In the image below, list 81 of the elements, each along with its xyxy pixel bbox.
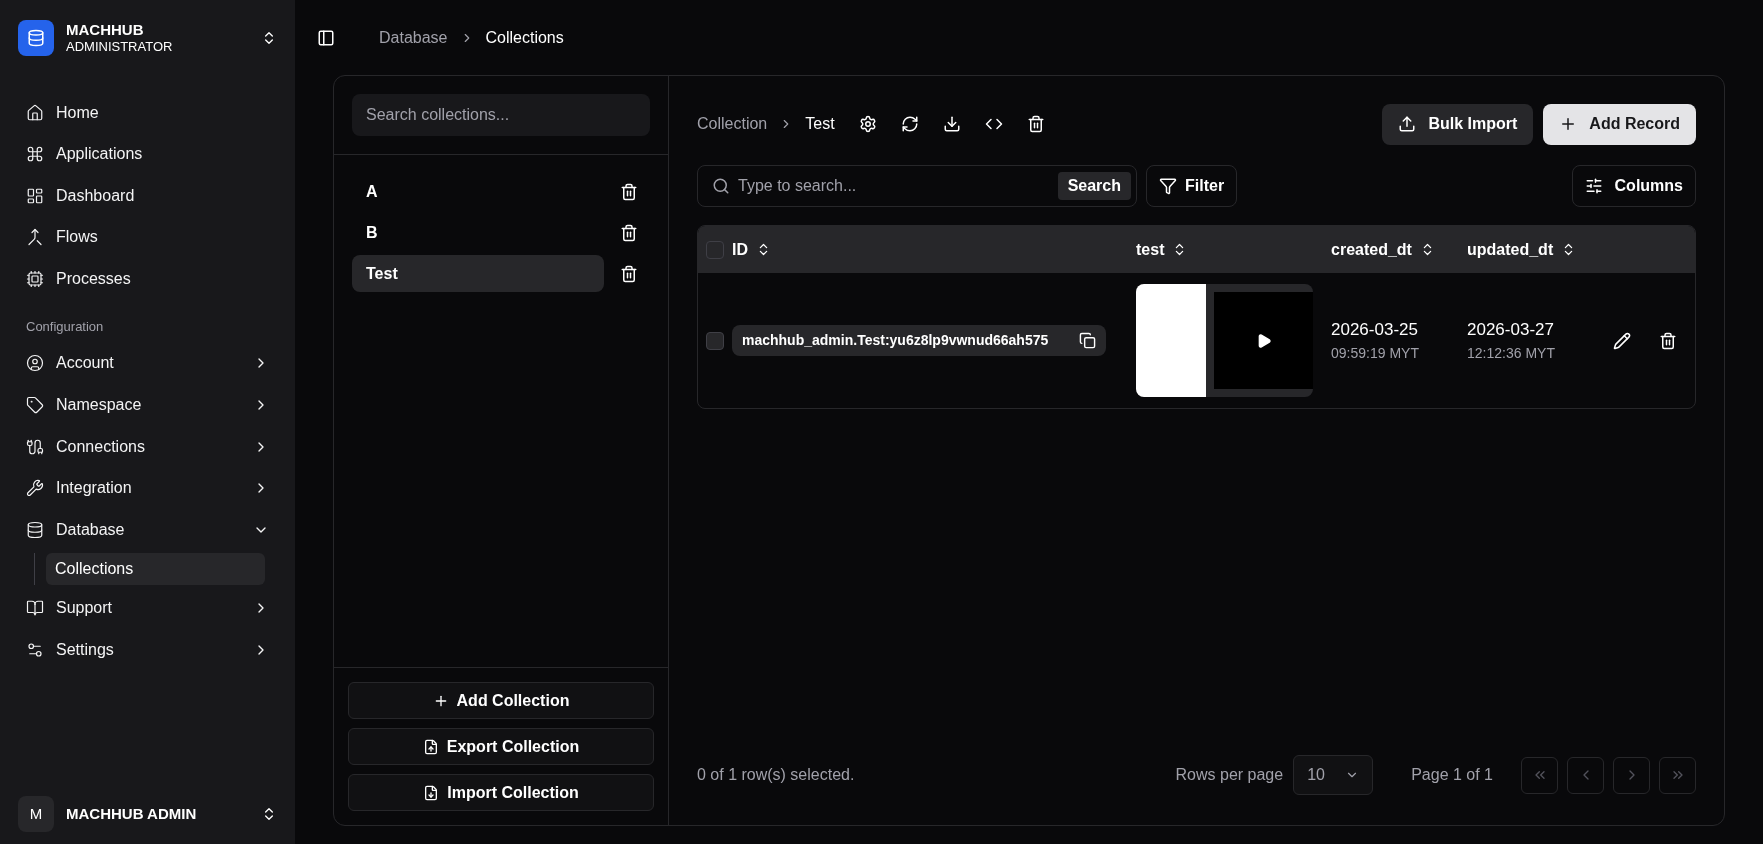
nav-item[interactable]: Home: [8, 94, 287, 131]
brand-subtitle: ADMINISTRATOR: [66, 39, 174, 56]
column-header[interactable]: created_dt: [1331, 237, 1412, 262]
collection-button[interactable]: Import Collection: [348, 774, 654, 811]
delete-icon[interactable]: [620, 264, 638, 283]
nav-icon: [26, 437, 44, 456]
sidebar-toggle-icon[interactable]: [317, 28, 335, 47]
nav-item[interactable]: Flows: [8, 218, 287, 256]
nav-icon: [26, 103, 44, 122]
date-text: 2026-03-25: [1331, 319, 1419, 342]
section-label: Configuration: [25, 318, 105, 337]
sliders-icon: [1584, 177, 1603, 195]
list-item[interactable]: B: [352, 214, 604, 251]
search-icon: [712, 177, 730, 195]
download-icon[interactable]: [942, 115, 961, 133]
delete-icon[interactable]: [1026, 115, 1045, 133]
date-text: 2026-03-27: [1467, 319, 1555, 342]
time-text: 09:59:19 MYT: [1331, 343, 1420, 363]
breadcrumb-item[interactable]: Collections: [485, 25, 564, 50]
time-text: 12:12:36 MYT: [1467, 343, 1556, 363]
nav-item[interactable]: Settings: [8, 631, 287, 669]
collection-button[interactable]: Export Collection: [348, 728, 654, 765]
copy-icon[interactable]: [1079, 332, 1096, 349]
nav-icon: [26, 520, 44, 539]
nav-icon: [26, 354, 44, 373]
nav-icon: [26, 598, 44, 617]
list-item[interactable]: A: [352, 173, 604, 210]
column-header[interactable]: test: [1136, 237, 1165, 262]
nav-item[interactable]: Database: [8, 511, 287, 549]
nav-subitem[interactable]: Collections: [46, 552, 265, 585]
funnel-icon: [1159, 177, 1177, 195]
search-field[interactable]: Search collections...: [352, 94, 650, 136]
selection-status: 0 of 1 row(s) selected.: [697, 765, 856, 785]
delete-icon[interactable]: [620, 223, 638, 242]
nav-item[interactable]: Connections: [8, 428, 287, 466]
row-checkbox[interactable]: [706, 331, 724, 350]
video-thumbnail[interactable]: [1136, 284, 1313, 397]
search-field[interactable]: Type to search... Search: [697, 165, 1137, 207]
page-indicator: Page 1 of 1: [1411, 765, 1493, 785]
search-button[interactable]: Search: [1057, 172, 1131, 200]
bulk-import-button[interactable]: Bulk Import: [1382, 103, 1534, 145]
nav-icon: [26, 269, 44, 288]
nav-icon: [26, 228, 44, 247]
upload-icon: [1398, 115, 1417, 133]
breadcrumb-item[interactable]: Test: [805, 112, 835, 136]
delete-icon[interactable]: [620, 182, 638, 201]
columns-button[interactable]: Columns: [1571, 165, 1696, 207]
nav-icon: [26, 145, 44, 164]
list-item[interactable]: Test: [352, 255, 604, 292]
rows-per-page-label: Rows per page: [1175, 765, 1284, 785]
breadcrumb-item[interactable]: Collection: [697, 112, 768, 136]
brand-title: MACHHUB: [66, 20, 145, 40]
nav-item[interactable]: Integration: [8, 469, 287, 507]
nav-item[interactable]: Dashboard: [8, 177, 287, 215]
nav-item[interactable]: Processes: [8, 260, 287, 298]
user-name: MACHHUB ADMIN: [66, 803, 198, 824]
column-header[interactable]: updated_dt: [1467, 237, 1554, 262]
collection-button[interactable]: Add Collection: [348, 682, 654, 719]
delete-icon[interactable]: [1659, 331, 1677, 350]
add-record-button[interactable]: Add Record: [1543, 103, 1696, 145]
nav-icon: [26, 479, 44, 498]
database-icon: [27, 29, 45, 47]
nav-item[interactable]: Namespace: [8, 386, 287, 424]
column-header[interactable]: ID: [732, 237, 748, 262]
file-icon: [422, 738, 439, 755]
refresh-icon[interactable]: [900, 115, 919, 133]
rows-per-page-select[interactable]: 10: [1293, 755, 1374, 795]
breadcrumb-item[interactable]: Database: [379, 25, 448, 50]
nav-icon: [26, 395, 44, 414]
id-chip: machhub_admin.Test:yu6z8lp9vwnud66ah575: [732, 325, 1106, 356]
nav-icon: [26, 640, 44, 659]
avatar: M: [18, 796, 54, 832]
row-checkbox[interactable]: [706, 240, 724, 259]
nav-icon: [26, 186, 44, 205]
filter-button[interactable]: Filter: [1146, 165, 1238, 207]
settings-icon[interactable]: [858, 115, 877, 133]
file-icon: [423, 784, 440, 801]
edit-icon[interactable]: [1613, 331, 1631, 350]
nav-item[interactable]: Support: [8, 589, 287, 627]
nav-item[interactable]: Account: [8, 344, 287, 382]
nav-item[interactable]: Applications: [8, 135, 287, 173]
